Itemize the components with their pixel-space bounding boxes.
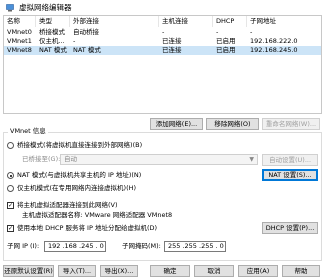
subnet-ip-input[interactable]: 192 .168 .245 . 0 [44,241,106,252]
vmware-network-icon [6,4,14,12]
adapter-name-text: 主机虚拟适配器名称: VMware 网络适配器 VMnet8 [22,211,173,219]
cell-type: 桥接模式 [39,28,65,36]
cell-host: 已连接 [162,37,182,45]
cell-type: NAT 模式 [39,46,67,54]
cell-dhcp: 已启用 [216,46,236,54]
cancel-button[interactable]: 取消 [194,265,234,277]
cell-dhcp: 已启用 [216,37,236,45]
dhcp-label[interactable]: 使用本地 DHCP 服务将 IP 地址分配给虚拟机(D) [17,224,157,233]
cell-external: NAT 模式 [73,46,101,54]
connect-host-checkbox[interactable]: ✓ [7,202,14,209]
auto-settings-button[interactable]: 自动设置(U)... [262,154,318,166]
cell-type: 仅主机... [39,37,65,45]
hostonly-label[interactable]: 仅主机模式(在专用网络内连接虚拟机)(H) [17,184,136,193]
help-button[interactable]: 帮助 [282,265,320,277]
cell-subnet: 192.168.245.0 [250,46,298,54]
cell-name: VMnet1 [7,37,32,45]
table-row-selected[interactable]: VMnet8 NAT 模式 NAT 模式 已连接 已启用 192.168.245… [4,46,321,55]
connect-host-label[interactable]: 将主机虚拟适配器连接到此网络(V) [17,201,118,210]
bridged-to-value: 自动 [64,155,77,163]
dhcp-settings-button[interactable]: DHCP 设置(P)... [262,222,318,234]
ok-button[interactable]: 确定 [150,265,190,277]
table-row[interactable]: VMnet1 仅主机... - 已连接 已启用 192.168.222.0 [4,37,321,46]
network-table[interactable]: 名称 类型 外部连接 主机连接 DHCP 子网地址 VMnet0 桥接模式 自动… [3,15,322,114]
chevron-down-icon: ▼ [249,156,254,163]
column-header-type[interactable]: 类型 [36,16,70,27]
nat-label[interactable]: NAT 模式(与虚拟机共享主机的 IP 地址)(N) [17,171,141,180]
add-network-button[interactable]: 添加网络(E)... [150,118,203,130]
column-header-subnet[interactable]: 子网地址 [247,16,321,27]
dhcp-checkbox[interactable]: ✓ [7,225,14,232]
column-header-name[interactable]: 名称 [4,16,36,27]
column-header-dhcp[interactable]: DHCP [213,16,247,27]
subnet-mask-label: 子网掩码(M): [122,242,161,250]
cell-host: - [162,28,165,36]
cell-subnet: 192.168.222.0 [250,37,298,45]
subnet-mask-input[interactable]: 255 .255 .255 . 0 [164,241,226,252]
nat-radio[interactable] [7,172,14,179]
bridged-to-label: 已桥接至(G): [22,155,61,163]
column-header-external[interactable]: 外部连接 [70,16,159,27]
window-title: 虚拟网络编辑器 [19,3,72,12]
bridged-radio[interactable] [7,142,14,149]
cell-name: VMnet8 [7,46,32,54]
remove-network-button[interactable]: 移除网络(O) [206,118,259,130]
export-button[interactable]: 导出(X)... [100,265,138,277]
rename-network-button[interactable]: 重命名网络(W)... [262,118,320,130]
cell-external: 自动桥接 [73,28,99,36]
bridged-label[interactable]: 桥接模式(将虚拟机直接连接到外部网络)(B) [17,141,142,150]
nat-settings-button[interactable]: NAT 设置(S)... [262,169,318,181]
cell-name: VMnet0 [7,28,32,36]
cell-dhcp: - [216,28,219,36]
table-row[interactable]: VMnet0 桥接模式 自动桥接 - - - [4,28,321,37]
restore-defaults-button[interactable]: 还原默认设置(R) [3,265,54,277]
cell-subnet: - [250,28,253,36]
cell-host: 已连接 [162,46,182,54]
import-button[interactable]: 导入(T)... [58,265,96,277]
vmnet-info-title: VMnet 信息 [8,127,48,136]
bridged-to-select[interactable]: 自动 ▼ [60,154,258,165]
column-header-host[interactable]: 主机连接 [159,16,213,27]
apply-button[interactable]: 应用(A) [238,265,278,277]
subnet-ip-label: 子网 IP (I): [7,242,40,250]
hostonly-radio[interactable] [7,185,14,192]
cell-external: - [73,37,76,45]
